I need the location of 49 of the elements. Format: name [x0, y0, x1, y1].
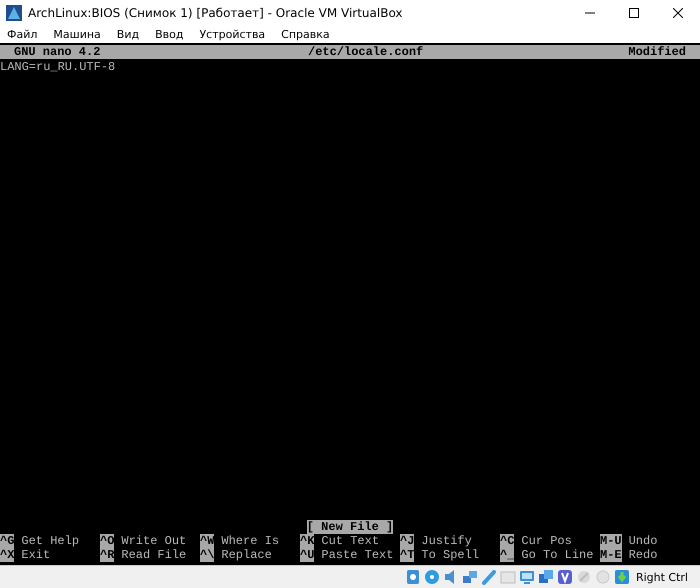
shortcut-key: ^U: [300, 548, 314, 562]
shortcut-label: Get Help: [21, 534, 80, 548]
close-icon: [673, 8, 683, 18]
shortcut-key: ^K: [300, 534, 314, 548]
shortcut-key: M-U: [600, 534, 622, 548]
window-title: ArchLinux:BIOS (Снимок 1) [Работает] - Oracle VM VirtualBox: [28, 6, 403, 20]
shortcut-label: Cur Pos: [521, 534, 572, 548]
shortcut-key: ^W: [200, 534, 214, 548]
optical-disc-icon[interactable]: [424, 569, 440, 585]
file-name: /etc/locale.conf: [308, 45, 424, 59]
menu-item[interactable]: Вид: [116, 28, 140, 41]
shortcut-label: Cut Text: [321, 534, 380, 548]
text-line: LANG=ru_RU.UTF-8: [0, 60, 116, 74]
shortcut-label: Go To Line: [521, 548, 594, 562]
shortcut-label: Where Is: [221, 534, 280, 548]
download-icon[interactable]: [614, 569, 630, 585]
status-message: [ New File ]: [306, 520, 394, 534]
shortcut-key: ^T: [400, 548, 414, 562]
shortcut-label: Justify: [421, 534, 472, 548]
network-icon[interactable]: [462, 569, 478, 585]
menu-item[interactable]: Ввод: [155, 28, 184, 41]
nano-version: GNU nano 4.2: [13, 45, 100, 59]
shortcut-key: ^R: [100, 548, 114, 562]
menu-item[interactable]: Устройства: [199, 28, 266, 41]
shortcut-key: M-E: [600, 548, 622, 562]
shortcut-key: ^J: [400, 534, 414, 548]
shortcut-key: ^O: [100, 534, 114, 548]
shortcut-key: ^X: [0, 548, 14, 562]
menu-item[interactable]: Справка: [281, 28, 330, 41]
shortcut-label: Exit: [21, 548, 50, 562]
shortcut-key: ^_: [500, 548, 514, 562]
shortcut-label: To Spell: [421, 548, 480, 562]
menu-item[interactable]: Файл: [7, 28, 38, 41]
shortcut-label: Read File: [121, 548, 186, 562]
menu-item[interactable]: Машина: [53, 28, 101, 41]
host-key-label: Right Ctrl: [636, 570, 688, 584]
display-icon[interactable]: [518, 569, 535, 585]
shortcut-label: Replace: [221, 548, 272, 562]
shortcut-key: ^\: [200, 548, 214, 562]
shared-folder-icon[interactable]: [500, 569, 516, 585]
shortcut-label: Write Out: [121, 534, 186, 548]
shortcut-label: Redo: [628, 548, 658, 562]
app-icon: [6, 5, 22, 21]
shortcut-key: ^C: [500, 534, 514, 548]
modified-state: Modified: [628, 45, 687, 59]
shortcut-key: ^G: [0, 534, 14, 548]
maximize-icon: [629, 8, 639, 18]
shortcut-label: Paste Text: [321, 548, 394, 562]
shortcut-label: Undo: [628, 534, 658, 548]
